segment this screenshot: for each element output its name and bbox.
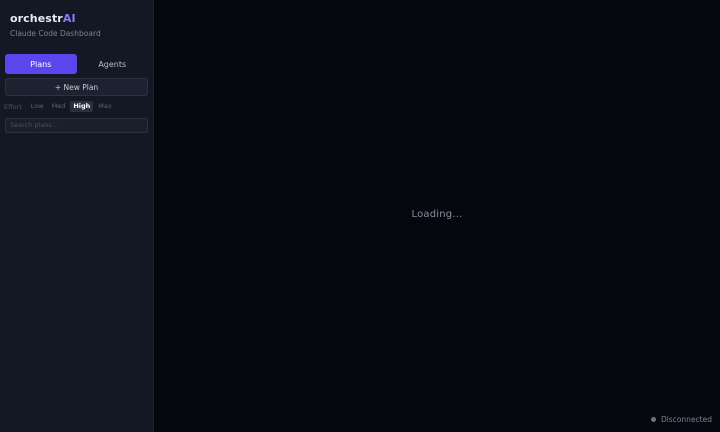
effort-option-med[interactable]: Med	[49, 101, 69, 112]
connection-status: Disconnected	[650, 415, 712, 424]
brand-name-prefix: orchestr	[10, 12, 63, 25]
status-text: Disconnected	[660, 415, 712, 424]
tab-plans[interactable]: Plans	[5, 54, 77, 74]
effort-option-high[interactable]: High	[70, 101, 94, 112]
search-plans-input[interactable]	[5, 117, 148, 133]
effort-label: Effort	[4, 102, 22, 111]
effort-option-max[interactable]: Max	[95, 101, 114, 112]
brand-subtitle: Claude Code Dashboard	[10, 29, 101, 38]
effort-selector: Effort Low Med High Max	[4, 101, 147, 112]
tab-agents[interactable]: Agents	[77, 54, 149, 74]
sidebar: orchestrAI Claude Code Dashboard Plans A…	[0, 0, 154, 432]
main-content: Loading... Disconnected	[154, 0, 720, 432]
effort-option-low[interactable]: Low	[28, 101, 47, 112]
app-logo-text: orchestrAI	[10, 11, 147, 26]
new-plan-button[interactable]: + New Plan	[5, 78, 148, 96]
app-root: orchestrAI Claude Code Dashboard Plans A…	[0, 0, 720, 432]
loading-text: Loading...	[411, 209, 463, 220]
brand: orchestrAI Claude Code Dashboard	[5, 0, 147, 39]
brand-name-accent: AI	[62, 12, 76, 25]
sidebar-tabs: Plans Agents	[5, 54, 148, 74]
status-dot-icon	[650, 417, 656, 422]
